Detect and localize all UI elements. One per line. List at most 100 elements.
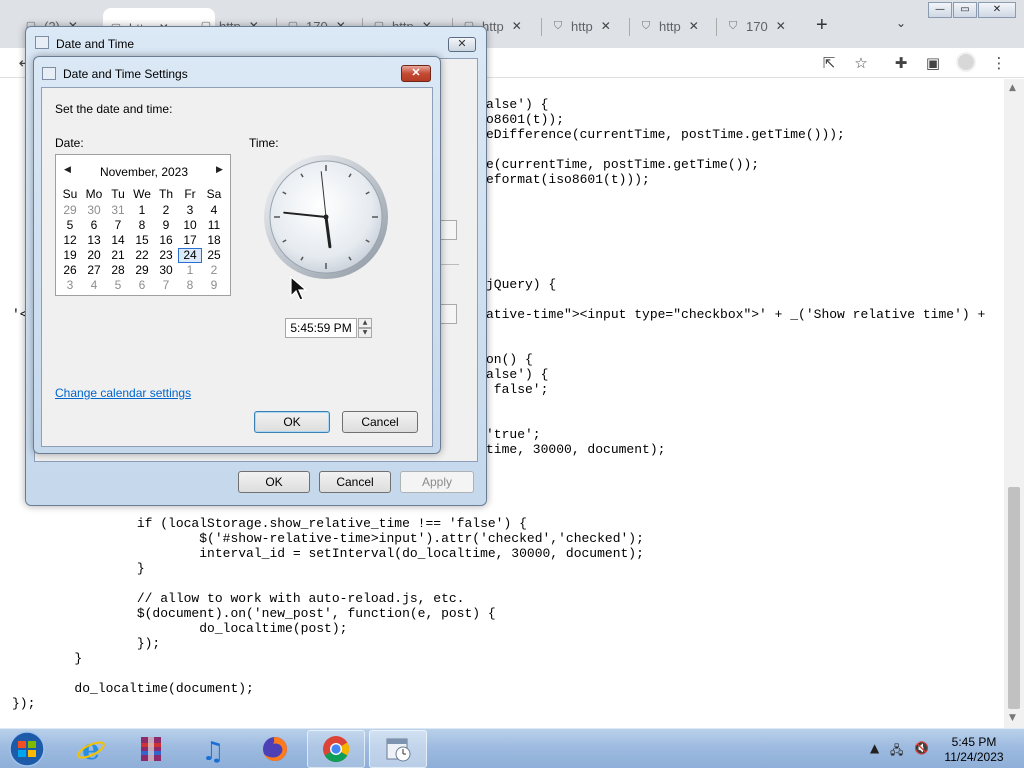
tray-clock[interactable]: 5:45 PM 11/24/2023 bbox=[934, 735, 1014, 765]
code-upper-block: alse') {o8601(t)); eDifference(currentTim… bbox=[486, 97, 985, 457]
selected-day[interactable]: 24 bbox=[178, 248, 202, 263]
calendar-day[interactable]: 23 bbox=[154, 248, 178, 263]
calendar-day[interactable]: 8 bbox=[130, 218, 154, 233]
change-calendar-settings-link[interactable]: Change calendar settings bbox=[55, 386, 191, 400]
calendar-day[interactable]: 7 bbox=[106, 218, 130, 233]
close-tab-icon[interactable]: ✕ bbox=[776, 19, 786, 33]
winrar-icon[interactable] bbox=[122, 730, 180, 768]
date-time-control-panel-icon[interactable] bbox=[369, 730, 427, 768]
windows-start-icon[interactable] bbox=[4, 730, 50, 768]
close-window-button[interactable]: ✕ bbox=[978, 2, 1016, 18]
calendar-day[interactable]: 20 bbox=[82, 248, 106, 263]
calendar-day[interactable]: 7 bbox=[154, 278, 178, 293]
vertical-scrollbar[interactable]: ▲ ▼ bbox=[1004, 79, 1024, 728]
volume-muted-icon[interactable]: 🔇 bbox=[914, 741, 929, 755]
calendar-day[interactable]: 9 bbox=[154, 218, 178, 233]
calendar-day[interactable]: 19 bbox=[58, 248, 82, 263]
sidepanel-icon[interactable]: ▣ bbox=[922, 52, 944, 74]
menu-icon[interactable]: ⋮ bbox=[988, 52, 1010, 74]
chrome-icon[interactable] bbox=[307, 730, 365, 768]
share-icon[interactable]: ⇱ bbox=[818, 52, 840, 74]
calendar-day[interactable]: 18 bbox=[202, 233, 226, 248]
close-button[interactable]: ✕ bbox=[448, 37, 476, 52]
scroll-up-icon[interactable]: ▲ bbox=[1009, 83, 1016, 93]
calendar-day[interactable]: 17 bbox=[178, 233, 202, 248]
calendar-day[interactable]: 15 bbox=[130, 233, 154, 248]
calendar-day[interactable]: 6 bbox=[130, 278, 154, 293]
calendar-day[interactable]: 1 bbox=[178, 263, 202, 278]
star-icon[interactable]: ☆ bbox=[850, 52, 872, 74]
dialog-title: Date and Time Settings bbox=[63, 67, 188, 81]
time-input[interactable]: 5:45:59 PM bbox=[285, 318, 357, 338]
spin-up-icon[interactable]: ▲ bbox=[358, 318, 372, 328]
calendar-day[interactable]: 30 bbox=[82, 203, 106, 218]
cancel-button[interactable]: Cancel bbox=[342, 411, 418, 433]
calendar-day[interactable]: 1 bbox=[130, 203, 154, 218]
close-tab-icon[interactable]: ✕ bbox=[689, 19, 699, 33]
calendar-day[interactable]: 3 bbox=[178, 203, 202, 218]
calendar-day[interactable]: 2 bbox=[202, 263, 226, 278]
cancel-button[interactable]: Cancel bbox=[319, 471, 391, 493]
calendar-day[interactable]: 16 bbox=[154, 233, 178, 248]
month-year-header[interactable]: November, 2023 bbox=[56, 165, 232, 179]
dialog-client-area: Set the date and time: Date: Time: ◀ Nov… bbox=[41, 87, 433, 447]
calendar-day[interactable]: 2 bbox=[154, 203, 178, 218]
close-button[interactable]: ✕ bbox=[401, 65, 431, 82]
weekday-header: Sa bbox=[206, 187, 222, 201]
calendar-clock-icon bbox=[42, 67, 56, 80]
calendar-day[interactable]: 4 bbox=[82, 278, 106, 293]
scroll-thumb[interactable] bbox=[1008, 487, 1020, 709]
show-hidden-icons-icon[interactable]: ▲ bbox=[870, 741, 879, 755]
calendar-day[interactable]: 11 bbox=[202, 218, 226, 233]
tab-search-chevron-icon[interactable]: ⌄ bbox=[896, 16, 906, 30]
calendar-day[interactable]: 30 bbox=[154, 263, 178, 278]
calendar-day[interactable]: 9 bbox=[202, 278, 226, 293]
spin-down-icon[interactable]: ▼ bbox=[358, 328, 372, 338]
browser-tab[interactable]: ⛉ http ✕ bbox=[633, 12, 719, 40]
internet-explorer-icon[interactable]: e bbox=[62, 730, 120, 768]
network-icon[interactable]: 🖧 bbox=[890, 741, 903, 762]
close-tab-icon[interactable]: ✕ bbox=[512, 19, 522, 33]
calendar-day[interactable]: 25 bbox=[202, 248, 226, 263]
calendar-day[interactable]: 31 bbox=[106, 203, 130, 218]
close-tab-icon[interactable]: ✕ bbox=[601, 19, 611, 33]
calendar-day[interactable]: 10 bbox=[178, 218, 202, 233]
calendar-day[interactable]: 4 bbox=[202, 203, 226, 218]
firefox-icon[interactable] bbox=[246, 730, 304, 768]
mouse-cursor-icon bbox=[290, 276, 308, 301]
extensions-icon[interactable]: ✚ bbox=[890, 52, 912, 74]
apply-button[interactable]: Apply bbox=[400, 471, 474, 493]
calendar-day[interactable]: 14 bbox=[106, 233, 130, 248]
calendar-day[interactable]: 8 bbox=[178, 278, 202, 293]
calendar-day[interactable]: 29 bbox=[130, 263, 154, 278]
calendar-day[interactable]: 12 bbox=[58, 233, 82, 248]
browser-tab[interactable]: ⛉ http ✕ bbox=[545, 12, 631, 40]
ok-button[interactable]: OK bbox=[254, 411, 330, 433]
calendar-day[interactable]: 6 bbox=[82, 218, 106, 233]
calendar-day[interactable]: 22 bbox=[130, 248, 154, 263]
ok-button[interactable]: OK bbox=[238, 471, 310, 493]
calendar-day[interactable]: 3 bbox=[58, 278, 82, 293]
calendar-day[interactable]: 27 bbox=[82, 263, 106, 278]
calendar-day[interactable]: 29 bbox=[58, 203, 82, 218]
itunes-icon[interactable]: ♫ bbox=[184, 730, 242, 768]
calendar-day[interactable]: 5 bbox=[58, 218, 82, 233]
new-tab-button[interactable]: + bbox=[816, 14, 828, 37]
profile-icon[interactable] bbox=[956, 52, 976, 72]
calendar-day[interactable]: 21 bbox=[106, 248, 130, 263]
next-month-icon[interactable]: ▶ bbox=[216, 165, 223, 175]
code-line: interval_id = setInterval(do_localtime, … bbox=[12, 546, 644, 561]
calendar-day[interactable]: 26 bbox=[58, 263, 82, 278]
browser-tab[interactable]: ⛉ 170 ✕ bbox=[720, 12, 806, 40]
month-calendar[interactable]: ◀ November, 2023 ▶ Su Mo Tu We Th Fr Sa 29 30 31 1… bbox=[55, 154, 231, 296]
calendar-day[interactable]: 28 bbox=[106, 263, 130, 278]
minimize-button[interactable]: — bbox=[928, 2, 952, 18]
scroll-down-icon[interactable]: ▼ bbox=[1009, 713, 1016, 723]
maximize-button[interactable]: ▭ bbox=[953, 2, 977, 18]
calendar-day[interactable]: 5 bbox=[106, 278, 130, 293]
time-spinner[interactable]: ▲ ▼ bbox=[358, 318, 372, 338]
calendar-day[interactable]: 13 bbox=[82, 233, 106, 248]
